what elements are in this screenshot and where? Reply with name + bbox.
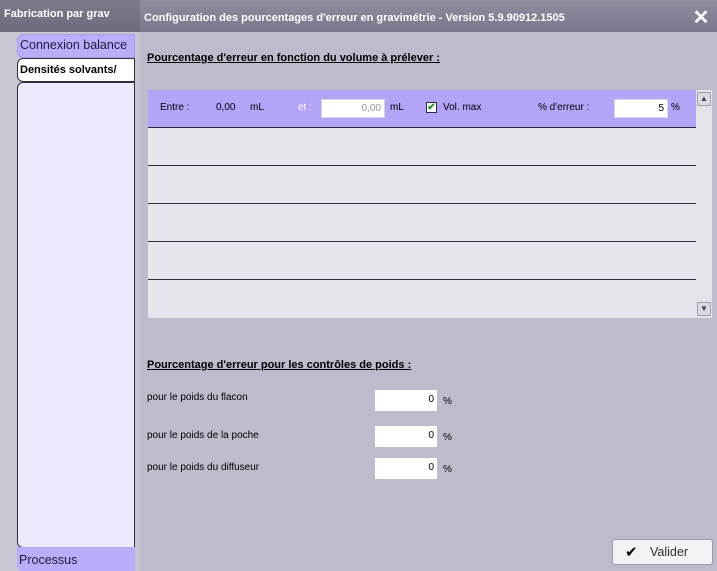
tab-connexion-balance[interactable]: Connexion balance <box>17 34 135 58</box>
config-dialog: Configuration des pourcentages d'erreur … <box>140 6 717 571</box>
dialog-titlebar: Configuration des pourcentages d'erreur … <box>140 6 717 32</box>
weight-section-title: Pourcentage d'erreur pour les contrôles … <box>147 359 412 371</box>
pct-label: % d'erreur : <box>538 102 590 113</box>
left-tab-panel: Connexion balance Densités solvants/ Pro… <box>0 32 140 571</box>
entre-label: Entre : <box>160 102 190 113</box>
weight-unit-flacon: % <box>443 396 452 407</box>
pct-unit: % <box>671 102 680 113</box>
tab-content-area <box>17 82 135 548</box>
tab-densites-solvants[interactable]: Densités solvants/ <box>17 58 135 82</box>
dialog-title: Configuration des pourcentages d'erreur … <box>144 12 565 24</box>
table-scrollbar[interactable]: ▲ ▼ <box>696 90 712 318</box>
scroll-up-icon[interactable]: ▲ <box>697 92 711 106</box>
from-unit: mL <box>250 102 264 113</box>
table-row[interactable] <box>148 242 696 280</box>
table-row[interactable] <box>148 128 696 166</box>
weight-field-diffuseur[interactable]: 0 <box>375 458 437 479</box>
from-value: 0,00 <box>216 102 236 113</box>
validate-label: Valider <box>650 545 688 559</box>
tab-processus[interactable]: Processus <box>17 547 135 571</box>
background-app-title: Fabrication par grav <box>0 0 140 32</box>
weight-unit-diffuseur: % <box>443 464 452 475</box>
weight-label-poche: pour le poids de la poche <box>147 430 259 441</box>
to-unit: mL <box>390 102 404 113</box>
close-icon[interactable]: ✕ <box>691 8 711 28</box>
table-row[interactable] <box>148 204 696 242</box>
weight-unit-poche: % <box>443 432 452 443</box>
table-row[interactable]: Entre : 0,00 mL et : 0,00 mL ✔ Vol. max … <box>148 90 696 128</box>
validate-button[interactable]: ✔ Valider <box>612 539 713 565</box>
to-value-field[interactable]: 0,00 <box>321 99 385 118</box>
checkmark-icon: ✔ <box>625 544 638 561</box>
volume-section-title: Pourcentage d'erreur en fonction du volu… <box>147 52 440 64</box>
vol-max-label: Vol. max <box>443 102 482 113</box>
weight-label-diffuseur: pour le poids du diffuseur <box>147 462 260 473</box>
et-label: et : <box>298 102 312 113</box>
weight-field-poche[interactable]: 0 <box>375 426 437 447</box>
vol-max-checkbox[interactable]: ✔ <box>426 102 437 113</box>
pct-value-field[interactable]: 5 <box>614 99 668 118</box>
volume-error-table: Entre : 0,00 mL et : 0,00 mL ✔ Vol. max … <box>148 90 696 318</box>
table-row[interactable] <box>148 166 696 204</box>
scroll-down-icon[interactable]: ▼ <box>697 302 711 316</box>
weight-label-flacon: pour le poids du flacon <box>147 392 248 403</box>
weight-field-flacon[interactable]: 0 <box>375 390 437 411</box>
